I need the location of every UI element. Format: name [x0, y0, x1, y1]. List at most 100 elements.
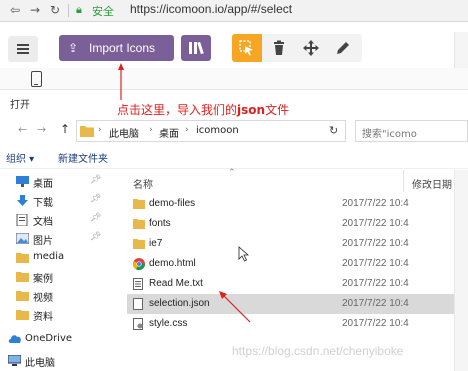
- nav-item-desktop[interactable]: 桌面 📌︎: [0, 172, 110, 192]
- folder-icon: [133, 199, 145, 209]
- file-name: ie7: [149, 238, 163, 249]
- breadcrumb-separator: ›: [98, 125, 102, 135]
- back-arrow-icon[interactable]: ⇦: [10, 3, 20, 17]
- folder-icon: [16, 272, 29, 282]
- menu-icon-line: [17, 48, 29, 50]
- back-icon[interactable]: ←: [18, 123, 27, 136]
- forward-icon[interactable]: →: [37, 123, 46, 136]
- nav-item-videos[interactable]: 视频: [0, 286, 110, 306]
- nav-item-label: 视频: [33, 293, 53, 304]
- column-header-modified[interactable]: 修改日期: [412, 176, 452, 191]
- nav-item-label: 桌面: [33, 179, 53, 190]
- page-scrollbar[interactable]: [454, 32, 468, 72]
- file-row[interactable]: style.css 2017/7/22 10:4: [127, 314, 468, 334]
- command-bar: 组织 ▾ 新建文件夹: [0, 148, 468, 166]
- file-date: 2017/7/22 10:4: [342, 318, 409, 329]
- refresh-icon[interactable]: ↻: [329, 124, 338, 137]
- file-date: 2017/7/22 10:4: [342, 238, 409, 249]
- file-name: Read Me.txt: [149, 278, 203, 289]
- mobile-icon[interactable]: [31, 71, 42, 87]
- sort-caret-icon: ⌃: [228, 168, 236, 178]
- css-file-icon: [133, 318, 143, 330]
- nav-item-label: 文档: [33, 217, 53, 228]
- divider: [68, 4, 69, 17]
- computer-icon: [8, 355, 21, 366]
- text-file-icon: [133, 278, 143, 290]
- file-row[interactable]: demo.html 2017/7/22 10:4: [127, 254, 468, 274]
- file-row[interactable]: fonts 2017/7/22 10:4: [127, 214, 468, 234]
- pin-icon: 📌︎: [90, 175, 102, 185]
- move-icon: [303, 40, 319, 56]
- column-header-name[interactable]: 名称: [133, 176, 153, 191]
- file-date: 2017/7/22 10:4: [342, 218, 409, 229]
- folder-icon: [16, 253, 29, 263]
- folder-icon: [16, 310, 29, 320]
- select-tool-button[interactable]: [232, 34, 262, 62]
- reload-icon[interactable]: ↻: [50, 3, 60, 17]
- file-row-selected[interactable]: selection.json 2017/7/22 10:4: [127, 294, 468, 314]
- file-row[interactable]: Read Me.txt 2017/7/22 10:4: [127, 274, 468, 294]
- new-folder-button[interactable]: 新建文件夹: [58, 150, 108, 165]
- pictures-icon: [16, 233, 29, 244]
- file-name: demo.html: [149, 258, 196, 269]
- pin-icon: 📌︎: [90, 232, 102, 242]
- json-file-icon: [133, 298, 143, 310]
- file-row[interactable]: demo-files 2017/7/22 10:4: [127, 194, 468, 214]
- nav-item-pictures[interactable]: 图片 📌︎: [0, 229, 110, 249]
- file-name: demo-files: [149, 198, 196, 209]
- organize-menu[interactable]: 组织 ▾: [6, 150, 34, 165]
- secure-label: 安全: [92, 5, 114, 18]
- url-text[interactable]: https://icomoon.io/app/#/select: [130, 2, 292, 16]
- nav-item-onedrive[interactable]: OneDrive: [0, 330, 110, 350]
- annotation-text-prefix: 点击这里，导入我们的: [117, 103, 238, 117]
- delete-tool-button[interactable]: [264, 34, 294, 62]
- edit-tool-button[interactable]: [328, 34, 358, 62]
- pencil-icon: [337, 42, 349, 54]
- icon-set-strip: [0, 68, 468, 90]
- annotation-text-bold: json: [237, 103, 266, 117]
- breadcrumb-item[interactable]: 桌面: [159, 125, 179, 140]
- nav-item-media[interactable]: media: [0, 248, 110, 268]
- breadcrumb-separator: ›: [149, 125, 153, 135]
- red-annotation: 点击这里，导入我们的json文件: [117, 101, 289, 118]
- breadcrumb[interactable]: › 此电脑 › 桌面 › icomoon ↻: [76, 120, 346, 142]
- import-icons-button[interactable]: ⇪ Import Icons: [59, 35, 174, 61]
- chrome-html-icon: [133, 258, 145, 270]
- nav-item-downloads[interactable]: 下载 📌︎: [0, 191, 110, 211]
- select-cursor-icon: [239, 40, 253, 56]
- nav-item-label: 此电脑: [25, 358, 55, 369]
- menu-button[interactable]: [8, 36, 38, 62]
- lock-icon: 🔒︎: [76, 3, 82, 16]
- pin-icon: 📌︎: [90, 194, 102, 204]
- tool-group: [232, 34, 362, 62]
- onedrive-icon: [8, 335, 21, 343]
- breadcrumb-item[interactable]: icomoon: [196, 125, 239, 136]
- nav-item-label: media: [33, 251, 65, 262]
- breadcrumb-item[interactable]: 此电脑: [109, 125, 139, 140]
- desktop-icon: [16, 176, 29, 187]
- search-input[interactable]: 搜索"icomo: [355, 120, 468, 142]
- folder-icon: [80, 126, 94, 137]
- nav-item-documents[interactable]: 文档 📌︎: [0, 210, 110, 230]
- library-button[interactable]: [181, 35, 211, 61]
- menu-icon: [17, 44, 29, 46]
- app-toolbar: ⇪ Import Icons: [0, 22, 468, 74]
- dialog-title: 打开: [10, 100, 30, 111]
- browser-address-bar: ⇦ → ↻ 🔒︎ 安全 https://icomoon.io/app/#/sel…: [0, 0, 468, 22]
- move-tool-button[interactable]: [296, 34, 326, 62]
- nav-item-label: 案例: [33, 274, 53, 285]
- folder-icon: [133, 239, 145, 249]
- nav-item-label: 资料: [33, 312, 53, 323]
- nav-item-materials[interactable]: 资料: [0, 305, 110, 325]
- navigation-pane: 桌面 📌︎ 下载 📌︎ 文档 📌︎ 图片 📌︎ media 案例 视频 资料 O…: [0, 170, 110, 371]
- column-separator[interactable]: [403, 170, 404, 192]
- import-icons-label: Import Icons: [89, 41, 156, 55]
- file-date: 2017/7/22 10:4: [342, 278, 409, 289]
- nav-item-this-pc[interactable]: 此电脑: [0, 351, 110, 371]
- file-list-scrollbar[interactable]: [454, 170, 468, 371]
- nav-item-cases[interactable]: 案例: [0, 267, 110, 287]
- library-icon: [189, 42, 192, 54]
- forward-arrow-icon[interactable]: →: [30, 3, 40, 17]
- file-row[interactable]: ie7 2017/7/22 10:4: [127, 234, 468, 254]
- up-arrow-icon[interactable]: ↑: [60, 122, 70, 136]
